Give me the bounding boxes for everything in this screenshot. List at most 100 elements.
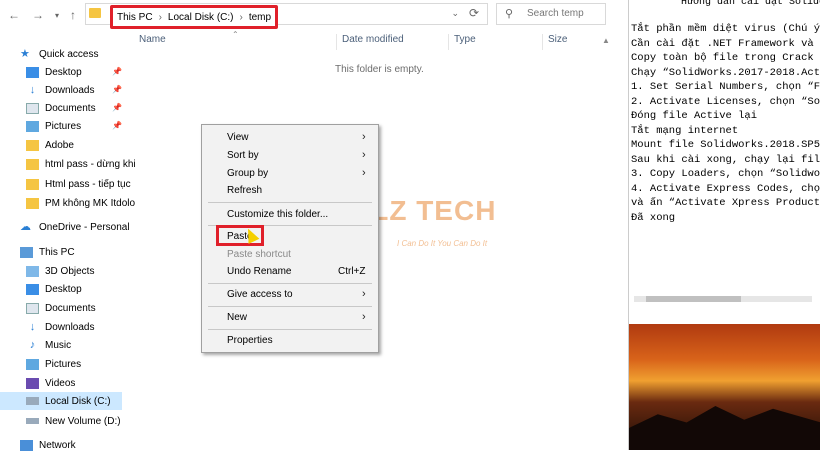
sidebar-item-adobe[interactable]: Adobe: [26, 136, 74, 154]
star-icon: ★: [20, 47, 30, 60]
sidebar-item-this-pc[interactable]: This PC: [20, 243, 75, 261]
desktop-icon: [26, 66, 39, 78]
drive-icon: [26, 397, 39, 405]
sidebar-item-new-volume[interactable]: New Volume (D:): [26, 412, 121, 430]
scrollbar-thumb[interactable]: [646, 296, 741, 302]
pin-icon[interactable]: 📌: [112, 121, 122, 130]
refresh-icon[interactable]: ⟳: [469, 6, 479, 20]
sidebar-item-pc-downloads[interactable]: ↓ Downloads: [26, 318, 95, 336]
pin-icon[interactable]: 📌: [112, 85, 122, 94]
sidebar-item-label: New Volume (D:): [45, 415, 121, 427]
menu-item-properties[interactable]: Properties: [202, 331, 378, 351]
up-arrow-icon[interactable]: ↑: [70, 8, 76, 22]
chevron-right-icon: ›: [362, 167, 366, 179]
menu-item-give-access[interactable]: Give access to ›: [202, 285, 378, 305]
chevron-right-icon: ›: [362, 131, 366, 143]
column-header-name[interactable]: Name: [139, 34, 166, 48]
sidebar-item-pm-khong-mk[interactable]: PM không MK Itdolo: [26, 194, 135, 212]
cube-icon: [26, 265, 39, 277]
address-bar[interactable]: This PC › Local Disk (C:) › temp ⌄: [85, 3, 488, 29]
notepad-line: 1. Set Serial Numbers, chọn “Fo: [631, 81, 820, 93]
empty-folder-message: This folder is empty.: [335, 64, 424, 75]
sidebar-item-pc-documents[interactable]: Documents: [26, 299, 96, 317]
menu-item-refresh[interactable]: Refresh: [202, 181, 378, 201]
menu-separator: [208, 306, 372, 307]
pin-icon[interactable]: 📌: [112, 67, 122, 76]
menu-item-sort-by[interactable]: Sort by ›: [202, 146, 378, 166]
breadcrumb-local-disk[interactable]: Local Disk (C:): [168, 12, 234, 23]
notepad-line: Tắt phần mềm diệt virus (Chú ý: [631, 23, 820, 35]
search-input[interactable]: [525, 7, 607, 20]
menu-item-label: Customize this folder...: [227, 209, 329, 220]
notepad-line: Đóng file Active lại: [631, 110, 758, 122]
sidebar-item-desktop[interactable]: Desktop: [26, 63, 82, 81]
sidebar-item-html-pass-tiep[interactable]: Html pass - tiếp tục: [26, 175, 131, 193]
column-header-type[interactable]: Type: [454, 34, 476, 48]
sidebar-item-pc-pictures[interactable]: Pictures: [26, 355, 81, 373]
file-explorer-window: ← → ▾ ↑ This PC › Local Disk (C:) › temp…: [0, 0, 628, 451]
sidebar-item-label: Html pass - tiếp tục: [45, 178, 131, 190]
pin-icon[interactable]: 📌: [112, 103, 122, 112]
recent-dropdown-icon[interactable]: ▾: [55, 11, 59, 20]
computer-icon: [20, 246, 33, 258]
sidebar-item-videos[interactable]: Videos: [26, 374, 75, 392]
network-icon: [20, 439, 33, 451]
column-header-date-modified[interactable]: Date modified: [342, 34, 404, 48]
sidebar-item-label: Downloads: [45, 321, 95, 333]
sidebar-item-music[interactable]: ♪ Music: [26, 336, 71, 354]
column-divider[interactable]: [336, 34, 337, 50]
menu-item-label: Properties: [227, 335, 273, 346]
notepad-title: Hướng dẫn cài đặt Solido: [681, 0, 820, 8]
sidebar-item-label: Desktop: [45, 66, 82, 78]
menu-separator: [208, 283, 372, 284]
download-icon: ↓: [29, 320, 36, 333]
sidebar-item-documents[interactable]: Documents: [26, 99, 96, 117]
notepad-line: Sau khi cài xong, chạy lại file: [631, 153, 820, 166]
notepad-text[interactable]: Tắt phần mềm diệt virus (Chú ý Cần cài đ…: [631, 22, 820, 225]
column-divider[interactable]: [448, 34, 449, 50]
sidebar-item-3d-objects[interactable]: 3D Objects: [26, 262, 94, 280]
sidebar-item-label: Pictures: [45, 120, 82, 132]
notepad-line: Cần cài đặt .NET Framework và V: [631, 37, 820, 50]
menu-item-new[interactable]: New ›: [202, 308, 378, 328]
sidebar-item-onedrive[interactable]: ☁ OneDrive - Personal: [20, 218, 130, 236]
sidebar-item-downloads[interactable]: ↓ Downloads: [26, 81, 95, 99]
sidebar-item-label: Music: [45, 339, 72, 351]
menu-item-label: Sort by: [227, 150, 259, 161]
search-box[interactable]: ⚲: [496, 3, 607, 25]
breadcrumb-this-pc[interactable]: This PC: [117, 12, 153, 23]
music-icon: ♪: [29, 338, 36, 351]
sidebar-item-network[interactable]: Network: [20, 436, 76, 454]
column-header-size[interactable]: Size: [548, 34, 567, 48]
menu-item-view[interactable]: View ›: [202, 128, 378, 148]
sidebar-item-quick-access[interactable]: ★ Quick access: [20, 45, 98, 63]
folder-icon: [26, 178, 39, 190]
back-arrow-icon[interactable]: ←: [8, 8, 20, 22]
sort-caret-icon: ⌃: [232, 30, 239, 39]
notepad-line: 4. Activate Express Codes, chọn: [631, 182, 820, 195]
sidebar-item-pc-desktop[interactable]: Desktop: [26, 280, 82, 298]
sidebar-item-local-disk[interactable]: Local Disk (C:): [0, 392, 122, 410]
menu-item-undo-rename[interactable]: Undo Rename Ctrl+Z: [202, 262, 378, 282]
sidebar-item-pictures[interactable]: Pictures: [26, 117, 81, 135]
menu-item-label: Paste shortcut: [227, 249, 291, 260]
pictures-icon: [26, 120, 39, 132]
address-dropdown-icon[interactable]: ⌄: [451, 8, 459, 19]
sidebar-item-label: This PC: [39, 246, 75, 258]
chevron-right-icon: ›: [362, 149, 366, 161]
scroll-up-icon[interactable]: ▲: [602, 36, 610, 45]
chevron-right-icon: ›: [362, 311, 366, 323]
notepad-line: Mount file Solidworks.2018.SP5.: [631, 139, 820, 151]
breadcrumb-temp[interactable]: temp: [249, 12, 271, 23]
menu-item-customize-folder[interactable]: Customize this folder...: [202, 205, 378, 225]
search-icon: ⚲: [505, 8, 514, 20]
column-divider[interactable]: [542, 34, 543, 50]
sidebar-item-label: Network: [39, 439, 76, 451]
sidebar-item-label: Downloads: [45, 84, 95, 96]
content-scrollbar[interactable]: [608, 30, 628, 450]
forward-arrow-icon[interactable]: →: [32, 8, 44, 22]
sidebar-item-label: html pass - dừng khi: [45, 158, 136, 170]
notepad-window: Hướng dẫn cài đặt Solido Tắt phần mềm di…: [628, 0, 820, 450]
notepad-horizontal-scrollbar[interactable]: [634, 296, 812, 302]
sidebar-item-html-pass-dung[interactable]: html pass - dừng khi: [26, 155, 136, 173]
